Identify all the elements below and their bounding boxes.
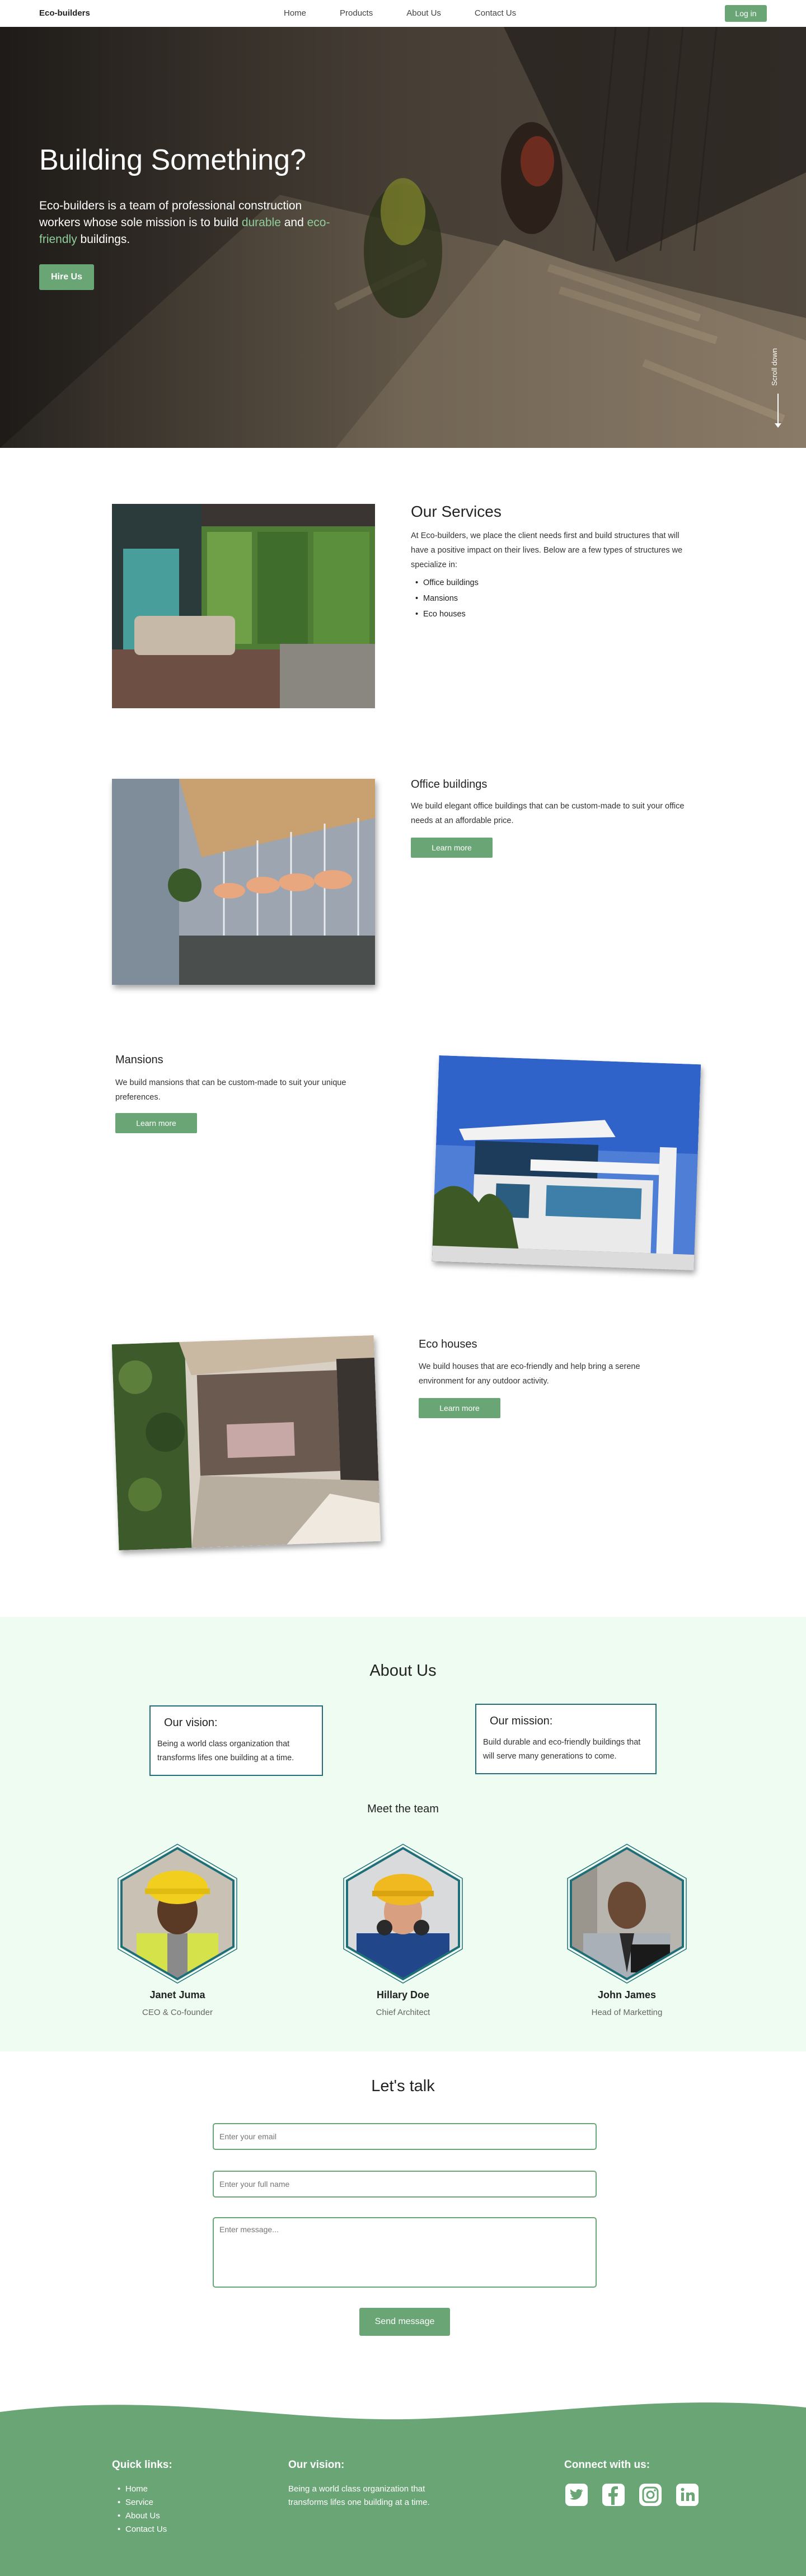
team-member-photo [114, 1844, 241, 1984]
scroll-down-indicator[interactable]: Scroll down [770, 340, 784, 441]
linkedin-icon[interactable] [675, 2483, 700, 2507]
about-section: About Us Our vision: Being a world class… [0, 1617, 806, 2051]
team-member-photo [564, 1844, 690, 1984]
footer-quick-links-title: Quick links: [112, 2459, 172, 2471]
team-member-photo [340, 1844, 466, 1984]
page: Eco-builders Home Products About Us Cont… [0, 0, 806, 2576]
scroll-line [777, 394, 779, 424]
eco-learn-more-button[interactable]: Learn more [419, 1398, 500, 1418]
mansions-learn-more-button[interactable]: Learn more [115, 1113, 197, 1133]
footer-vision-text: Being a world class organization that tr… [288, 2484, 430, 2507]
services-text: At Eco-builders, we place the client nee… [411, 531, 683, 569]
instagram-icon[interactable] [638, 2483, 663, 2507]
message-textarea[interactable] [213, 2217, 597, 2288]
footer-link-service[interactable]: Service [112, 2496, 172, 2509]
hire-us-button[interactable]: Hire Us [39, 264, 94, 290]
email-input[interactable] [213, 2123, 597, 2150]
services-list: Office buildings Mansions Eco houses [411, 575, 479, 622]
footer-connect: Connect with us: [564, 2459, 700, 2507]
services-list-item: Office buildings [411, 575, 479, 591]
vision-card: Our vision: Being a world class organiza… [149, 1705, 323, 1776]
mission-title: Our mission: [490, 1715, 553, 1727]
team-member-card: Janet Juma CEO & Co-founder [107, 1844, 247, 2017]
footer-link-home[interactable]: Home [112, 2483, 172, 2496]
footer: Quick links: Home Service About Us Conta… [0, 2396, 806, 2576]
nav-link-about[interactable]: About Us [406, 8, 441, 18]
office-building-image [112, 779, 375, 985]
twitter-icon[interactable] [564, 2483, 589, 2507]
arrow-down-icon [775, 423, 781, 428]
nav-link-contact[interactable]: Contact Us [475, 8, 516, 18]
facebook-icon[interactable] [601, 2483, 626, 2507]
full-name-input[interactable] [213, 2171, 597, 2198]
vision-text: Being a world class organization that tr… [157, 1740, 294, 1762]
nav-links: Home Products About Us Contact Us [284, 8, 550, 18]
send-message-button[interactable]: Send message [359, 2308, 450, 2336]
login-button[interactable]: Log in [725, 5, 767, 22]
eco-title: Eco houses [419, 1338, 477, 1350]
scroll-down-label: Scroll down [770, 348, 779, 386]
services-list-item: Mansions [411, 591, 479, 606]
office-learn-more-button[interactable]: Learn more [411, 838, 493, 858]
team-member-card: John James Head of Marketting [557, 1844, 697, 2017]
team-member-role: Chief Architect [376, 2008, 430, 2017]
mission-card: Our mission: Build durable and eco-frien… [475, 1704, 657, 1774]
services-title: Our Services [411, 503, 502, 520]
contact-title: Let's talk [371, 2077, 435, 2095]
top-nav: Eco-builders Home Products About Us Cont… [0, 0, 806, 27]
office-text: We build elegant office buildings that c… [411, 802, 685, 825]
brand-logo[interactable]: Eco-builders [39, 8, 90, 18]
mansion-image [432, 1055, 701, 1271]
footer-link-about[interactable]: About Us [112, 2509, 172, 2523]
team-member-card: Hillary Doe Chief Architect [333, 1844, 473, 2017]
team-member-name: John James [597, 1989, 657, 2000]
team-title: Meet the team [367, 1803, 439, 1815]
about-title: About Us [369, 1662, 437, 1680]
services-image [112, 504, 375, 708]
mission-text: Build durable and eco-friendly buildings… [483, 1738, 641, 1761]
hero-text: Eco-builders is a team of professional c… [39, 199, 330, 246]
team-member-role: Head of Marketting [591, 2008, 663, 2017]
mansions-text: We build mansions that can be custom-mad… [115, 1078, 346, 1102]
eco-house-image [111, 1335, 381, 1551]
mansions-title: Mansions [115, 1054, 163, 1066]
footer-quick-links: Quick links: Home Service About Us Conta… [112, 2459, 172, 2536]
hero-title: Building Something? [39, 144, 306, 176]
eco-text: We build houses that are eco-friendly an… [419, 1362, 640, 1386]
hero-section: Building Something? Eco-builders is a te… [0, 27, 806, 448]
services-list-item: Eco houses [411, 606, 479, 622]
footer-vision-title: Our vision: [288, 2459, 345, 2471]
nav-link-products[interactable]: Products [340, 8, 373, 18]
nav-link-home[interactable]: Home [284, 8, 306, 18]
social-icons [564, 2483, 700, 2507]
footer-connect-title: Connect with us: [564, 2459, 650, 2471]
team-member-role: CEO & Co-founder [142, 2008, 213, 2017]
team-member-name: Janet Juma [149, 1989, 205, 2000]
office-title: Office buildings [411, 778, 488, 791]
team-member-name: Hillary Doe [376, 1989, 430, 2000]
vision-title: Our vision: [164, 1717, 218, 1729]
footer-link-contact[interactable]: Contact Us [112, 2523, 172, 2536]
footer-vision: Our vision: Being a world class organiza… [288, 2459, 456, 2509]
